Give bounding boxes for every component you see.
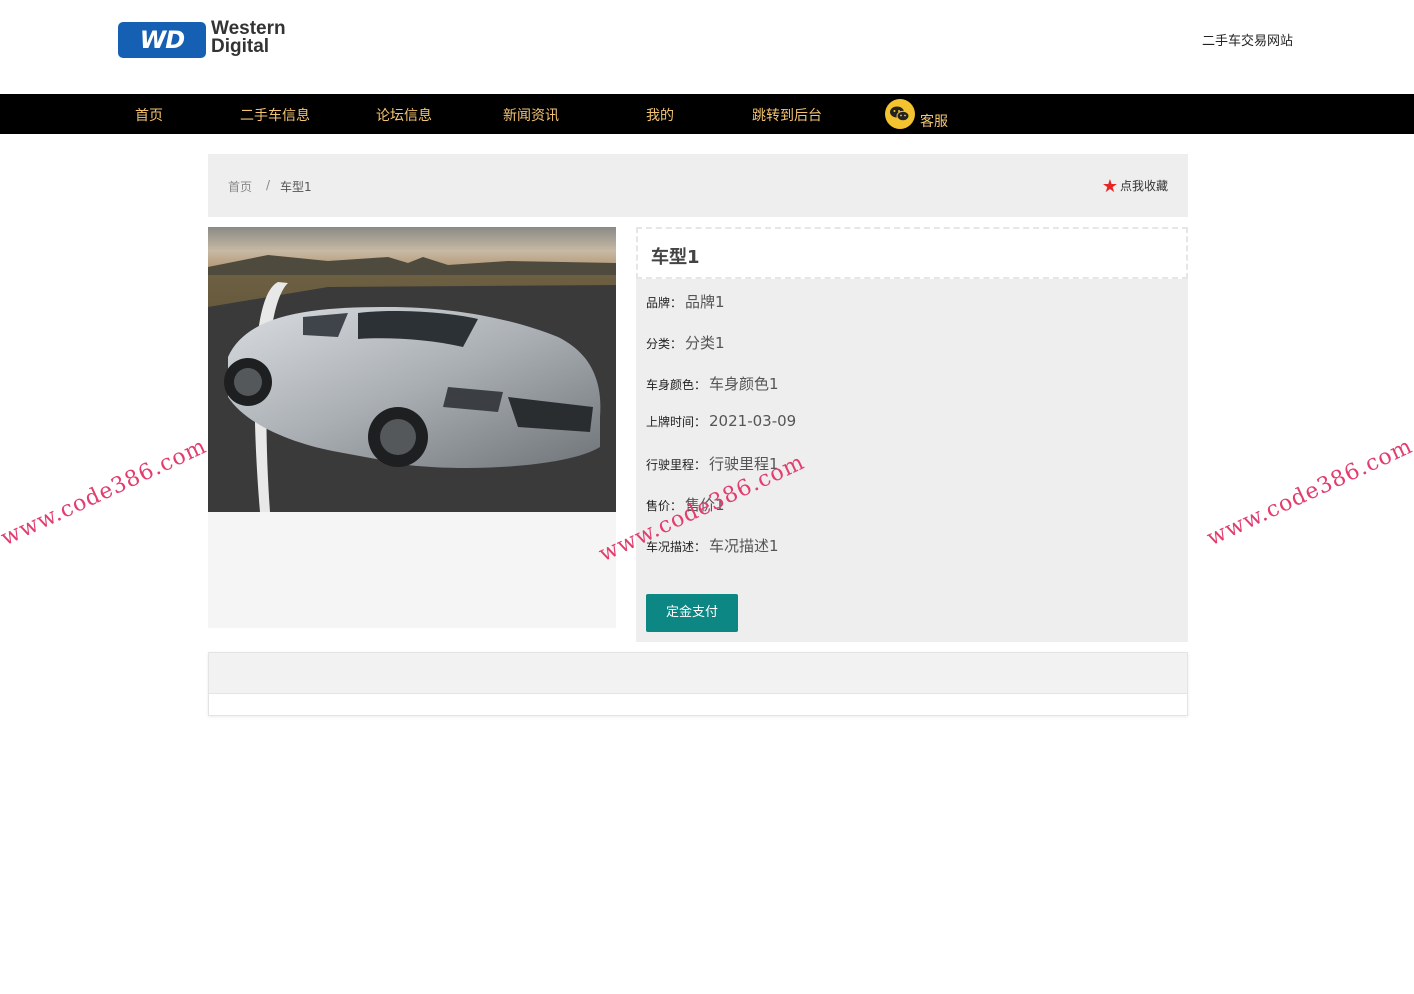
detail-content-header (209, 653, 1187, 694)
nav-item-used-cars[interactable]: 二手车信息 (240, 105, 310, 125)
field-label: 行驶里程： (646, 458, 707, 472)
field-label: 品牌： (646, 296, 683, 310)
field-value: 行驶里程1 (709, 455, 779, 473)
car-detail-panel: 车型1 品牌： 品牌1 分类： 分类1 车身颜色： 车身颜色1 上牌时间： 2021-0… (636, 227, 1188, 642)
logo-wordmark: Western Digital (211, 19, 286, 57)
field-label: 车况描述： (646, 540, 707, 554)
car-image-panel (208, 227, 616, 628)
nav-item-news[interactable]: 新闻资讯 (503, 105, 559, 125)
breadcrumb-home[interactable]: 首页 (228, 178, 252, 195)
western-digital-logo[interactable]: WD Western Digital (118, 19, 308, 60)
field-category: 分类： 分类1 (646, 332, 725, 353)
detail-content-box (208, 652, 1188, 716)
field-label: 上牌时间： (646, 415, 707, 429)
nav-item-mine[interactable]: 我的 (646, 105, 674, 125)
field-color: 车身颜色： 车身颜色1 (646, 373, 779, 394)
field-value: 分类1 (685, 334, 725, 352)
field-registration-date: 上牌时间： 2021-03-09 (646, 412, 796, 430)
car-photo (208, 227, 616, 512)
field-condition: 车况描述： 车况描述1 (646, 535, 779, 556)
watermark: www.code386.com (0, 433, 211, 552)
field-mileage: 行驶里程： 行驶里程1 (646, 453, 779, 474)
deposit-pay-button[interactable]: 定金支付 (646, 594, 738, 632)
wechat-icon[interactable] (885, 99, 915, 129)
star-icon: ★ (1101, 176, 1118, 197)
nav-item-home[interactable]: 首页 (135, 105, 163, 125)
main-nav: 首页 二手车信息 论坛信息 新闻资讯 我的 跳转到后台 (0, 94, 1414, 134)
breadcrumb-separator: / (266, 178, 271, 192)
favorite-button[interactable]: ★ 点我收藏 (1102, 176, 1168, 197)
field-brand: 品牌： 品牌1 (646, 291, 725, 312)
nav-item-forum[interactable]: 论坛信息 (376, 105, 432, 125)
logo-line2: Digital (211, 36, 270, 57)
field-label: 车身颜色： (646, 378, 707, 392)
favorite-label: 点我收藏 (1119, 179, 1168, 193)
breadcrumb: 首页 / 车型1 ★ 点我收藏 (208, 154, 1188, 217)
field-value: 售价1 (685, 496, 725, 514)
site-header: WD Western Digital 二手车交易网站 (0, 0, 1414, 94)
nav-item-admin[interactable]: 跳转到后台 (752, 105, 822, 125)
field-value: 2021-03-09 (709, 412, 797, 430)
customer-service-link[interactable]: 客服 (920, 111, 948, 131)
field-value: 车况描述1 (709, 537, 779, 555)
field-label: 售价： (646, 499, 683, 513)
detail-title-box: 车型1 (636, 227, 1188, 279)
field-price: 售价： 售价1 (646, 494, 725, 515)
site-title: 二手车交易网站 (1202, 34, 1294, 49)
field-label: 分类： (646, 337, 683, 351)
watermark: www.code386.com (1203, 433, 1414, 552)
field-value: 品牌1 (685, 293, 725, 311)
logo-badge: WD (118, 22, 206, 58)
detail-title: 车型1 (651, 247, 700, 268)
breadcrumb-current: 车型1 (280, 180, 312, 194)
field-value: 车身颜色1 (709, 375, 779, 393)
